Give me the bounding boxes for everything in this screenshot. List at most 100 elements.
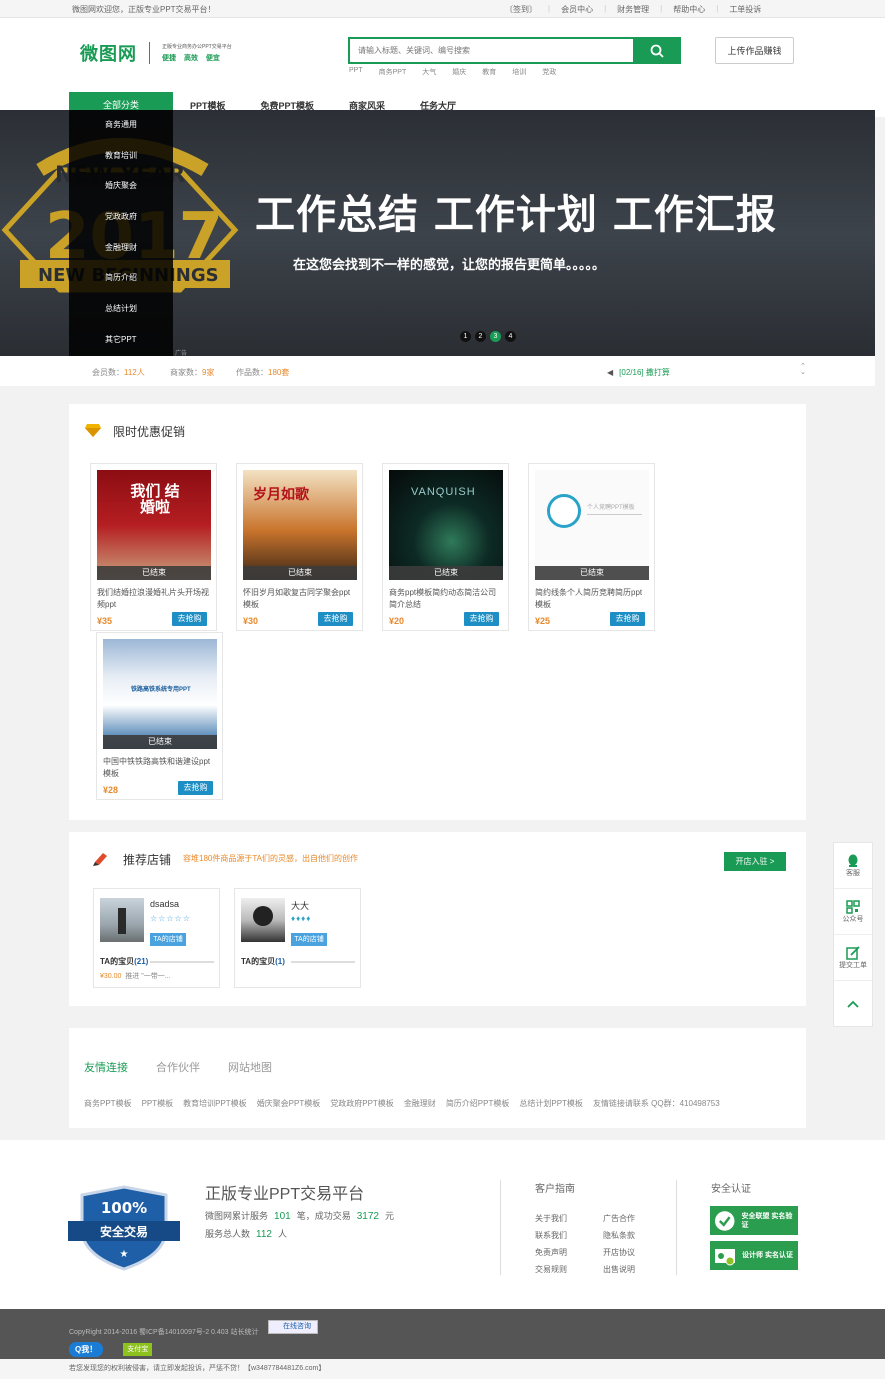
open-shop-button[interactable]: 开店入驻 >: [724, 852, 786, 871]
alipay-badge[interactable]: 支付宝: [123, 1343, 153, 1356]
hotword[interactable]: 婚庆: [452, 67, 466, 77]
complaint-link[interactable]: 工单投诉: [729, 4, 761, 15]
ad-label: 广告: [175, 351, 188, 356]
slider-dot[interactable]: 2: [475, 331, 486, 342]
shop-name[interactable]: dsadsa: [150, 899, 179, 909]
product-title[interactable]: 商务ppt模板简约动态简洁公司简介总结: [389, 587, 504, 611]
friend-link[interactable]: 简历介绍PPT模板: [446, 1098, 510, 1109]
product-price: ¥28: [103, 785, 119, 795]
hotword[interactable]: 培训: [512, 67, 526, 77]
submit-ticket-button[interactable]: 提交工单: [834, 935, 872, 981]
hotword[interactable]: 商务PPT: [379, 67, 407, 77]
friend-link[interactable]: 金融理财: [404, 1098, 436, 1109]
category-item[interactable]: 党政政府: [69, 202, 173, 233]
friend-link[interactable]: 总结计划PPT模板: [519, 1098, 583, 1109]
merchants-stat: 商家数：9家: [170, 368, 215, 377]
designer-cert-badge[interactable]: 设计师 实名认证: [710, 1241, 798, 1270]
notice-scroll-arrows[interactable]: ⌃ ⌄: [800, 363, 806, 376]
notice-ticker[interactable]: ◀ [02/16] 撒打算: [607, 367, 670, 378]
friend-link[interactable]: 商务PPT模板: [84, 1098, 132, 1109]
promo-card[interactable]: 我们 结婚啦 已结束 我们结婚拉浪漫婚礼片头开场视频ppt ¥35 去抢购: [90, 463, 217, 631]
category-item[interactable]: 金融理财: [69, 233, 173, 264]
shop-latest-item[interactable]: ¥30.00 推进 "一带一...: [100, 971, 171, 981]
friend-link[interactable]: 教育培训PPT模板: [183, 1098, 247, 1109]
hotword[interactable]: 教育: [482, 67, 496, 77]
product-title[interactable]: 我们结婚拉浪漫婚礼片头开场视频ppt: [97, 587, 212, 611]
friend-link[interactable]: PPT模板: [142, 1098, 174, 1109]
guide-link[interactable]: 广告合作: [603, 1210, 635, 1227]
buy-button[interactable]: 去抢购: [610, 612, 645, 626]
back-to-top-button[interactable]: [834, 981, 872, 1027]
finance-link[interactable]: 财务管理: [617, 4, 649, 15]
friend-link[interactable]: 婚庆聚会PPT模板: [257, 1098, 321, 1109]
category-item[interactable]: 教育培训: [69, 141, 173, 172]
shop-link-button[interactable]: TA的店铺: [291, 933, 327, 946]
slider-dot[interactable]: 1: [460, 331, 471, 342]
hotword[interactable]: 党政: [542, 67, 556, 77]
upload-work-button[interactable]: 上传作品赚钱: [715, 37, 794, 64]
footer-user-stat: 服务总人数 112 人: [205, 1229, 287, 1240]
wechat-account-button[interactable]: 公众号: [834, 889, 872, 935]
shop-rating: ♦♦♦♦: [291, 914, 312, 923]
cert-title: 安全认证: [711, 1184, 751, 1195]
buy-button[interactable]: 去抢购: [318, 612, 353, 626]
guide-link[interactable]: 隐私条款: [603, 1227, 635, 1244]
hotword[interactable]: 大气: [422, 67, 436, 77]
buy-button[interactable]: 去抢购: [172, 612, 207, 626]
footer-title: 正版专业PPT交易平台: [205, 1186, 365, 1203]
shop-link-button[interactable]: TA的店铺: [150, 933, 186, 946]
search-button[interactable]: [633, 37, 681, 64]
shop-name[interactable]: 大大: [291, 899, 309, 912]
hotword[interactable]: PPT: [349, 67, 363, 77]
help-center-link[interactable]: 帮助中心: [673, 4, 705, 15]
buy-button[interactable]: 去抢购: [178, 781, 213, 795]
category-item[interactable]: 总结计划: [69, 294, 173, 325]
promo-card[interactable]: 岁月如歌 已结束 怀旧岁月如歌复古同学聚会ppt模板 ¥30 去抢购: [236, 463, 363, 631]
friend-link[interactable]: 党政政府PPT模板: [330, 1098, 394, 1109]
slider-dot-active[interactable]: 3: [490, 331, 501, 342]
slider-dot[interactable]: 4: [505, 331, 516, 342]
guide-link[interactable]: 联系我们: [535, 1227, 567, 1244]
shop-card[interactable]: 大大 ♦♦♦♦ TA的店铺 TA的宝贝(1): [234, 888, 361, 988]
category-item[interactable]: 简历介绍: [69, 263, 173, 294]
customer-service-button[interactable]: 客服: [834, 843, 872, 889]
shop-card[interactable]: dsadsa ☆☆☆☆☆ TA的店铺 TA的宝贝(21) ¥30.00 推进 "…: [93, 888, 220, 988]
category-item[interactable]: 商务通用: [69, 110, 173, 141]
category-item[interactable]: 其它PPT: [69, 325, 173, 356]
member-center-link[interactable]: 会员中心: [561, 4, 593, 15]
online-consult-button[interactable]: 在线咨询: [268, 1320, 318, 1334]
guide-column-2: 广告合作 隐私条款 开店协议 出售说明: [603, 1210, 635, 1278]
product-title[interactable]: 中国中铁铁路高铁和谐建设ppt模板: [103, 756, 218, 780]
qq-contact-button[interactable]: Q我！: [69, 1342, 104, 1357]
product-price: ¥35: [97, 616, 113, 626]
shops-title: 推荐店铺: [123, 853, 172, 867]
category-menu: 商务通用 教育培训 婚庆聚会 党政政府 金融理财 简历介绍 总结计划 其它PPT: [69, 110, 173, 356]
buy-button[interactable]: 去抢购: [464, 612, 499, 626]
tab-sitemap[interactable]: 网站地图: [228, 1059, 272, 1075]
guide-link[interactable]: 关于我们: [535, 1210, 567, 1227]
tab-partners[interactable]: 合作伙伴: [156, 1059, 200, 1075]
qq-icon: [848, 854, 858, 867]
logo-slogan: 正版专业商务办公PPT交易平台: [162, 44, 232, 50]
category-item[interactable]: 婚庆聚会: [69, 171, 173, 202]
security-cert-badge[interactable]: 安全联盟 实名验证: [710, 1206, 798, 1235]
tab-friend-links[interactable]: 友情连接: [84, 1059, 128, 1075]
guide-link[interactable]: 免责声明: [535, 1244, 567, 1261]
site-logo[interactable]: 微图网 正版专业商务办公PPT交易平台 便捷 高效 便宜: [80, 40, 232, 66]
guide-link[interactable]: 开店协议: [603, 1244, 635, 1261]
shop-rating: ☆☆☆☆☆: [150, 914, 191, 923]
product-title[interactable]: 简约线条个人简历竞聘简历ppt模板: [535, 587, 650, 611]
product-title[interactable]: 怀旧岁月如歌复古同学聚会ppt模板: [243, 587, 358, 611]
guide-link[interactable]: 出售说明: [603, 1261, 635, 1278]
edit-icon: [846, 945, 860, 960]
sign-in-link[interactable]: 〔签到〕: [505, 4, 537, 15]
promo-card[interactable]: 铁路高铁系统专用PPT 已结束 中国中铁铁路高铁和谐建设ppt模板 ¥28 去抢…: [96, 632, 223, 800]
promo-card[interactable]: 个人竞聘PPT模板 已结束 简约线条个人简历竞聘简历ppt模板 ¥25 去抢购: [528, 463, 655, 631]
product-price: ¥30: [243, 616, 259, 626]
ended-label: 已结束: [243, 566, 357, 580]
friend-link-contact: 友情链接请联系 QQ群：410498753: [592, 1099, 720, 1108]
guide-link[interactable]: 交易规则: [535, 1261, 567, 1278]
promo-card[interactable]: VANQUISH 已结束 商务ppt模板简约动态简洁公司简介总结 ¥20 去抢购: [382, 463, 509, 631]
search-input[interactable]: [348, 37, 633, 64]
product-price: ¥25: [535, 616, 551, 626]
